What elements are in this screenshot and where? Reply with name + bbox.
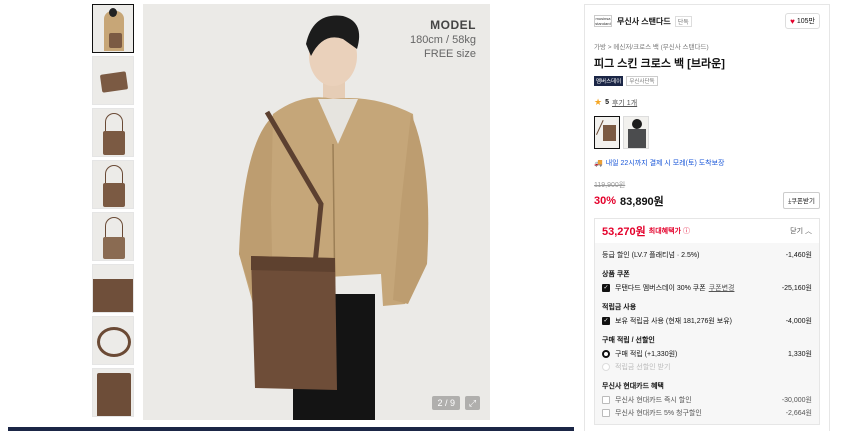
collapse-label: 닫기 (790, 228, 804, 235)
model-fit: FREE size (424, 48, 476, 60)
prediscount-row: 적립금 선할인 받기 (602, 360, 812, 373)
truck-icon: 🚚 (594, 160, 603, 167)
coupon-change-link[interactable]: 쿠폰변경 (709, 283, 735, 293)
info-icon[interactable]: ⓘ (683, 226, 690, 236)
thumbnail-7[interactable] (92, 316, 134, 365)
card1-amount: -30,000원 (781, 396, 812, 404)
prediscount-label: 적립금 선할인 받기 (615, 363, 671, 371)
grade-discount-amount: -1,460원 (785, 251, 812, 259)
model-label: MODEL (430, 18, 476, 32)
model-photo (143, 4, 490, 420)
store-row: musinsa standard 무신사 스탠다드 단독 ♥ 105만 (594, 13, 820, 29)
points-section-title: 적립금 사용 (602, 304, 637, 311)
price-row: 30% 83,890원 ⤓쿠폰받기 (594, 192, 820, 209)
rating-score: 5 (605, 99, 609, 106)
max-benefit-price: 53,270원 (602, 226, 646, 238)
sale-price: 83,890원 (620, 195, 664, 208)
card-section-title: 무신사 현대카드 혜택 (602, 383, 664, 390)
points-row: ✓ 보유 적립금 사용 (현재 181,276원 보유) -4,000원 (602, 314, 812, 327)
badge-row: 멤버스데이 무신사단독 (594, 76, 820, 86)
coupon-button[interactable]: ⤓쿠폰받기 (783, 192, 820, 209)
exclusive-badge: 무신사단독 (626, 76, 658, 86)
coupon-section-title: 상품 쿠폰 (602, 271, 630, 278)
thumbnail-3[interactable] (92, 108, 134, 157)
rating-row: ★ 5 후기 1개 (594, 97, 820, 108)
max-benefit-label: 최대혜택가 (648, 228, 681, 235)
points-label: 보유 적립금 사용 (현재 181,276원 보유) (615, 317, 732, 325)
image-counter: 2 / 9 (432, 396, 460, 410)
coupon-checkbox[interactable]: ✓ (602, 283, 610, 292)
expand-icon[interactable]: ⤢ (465, 396, 480, 410)
card1-row: 무신사 현대카드 즉시 할인 -30,000원 (602, 393, 812, 406)
earn-row: 구매 적립 (+1,330원) 1,330원 (602, 347, 812, 360)
color-option-black[interactable] (623, 116, 649, 149)
chevron-up-icon: ︿ (805, 228, 812, 235)
coupon-button-label: 쿠폰받기 (791, 198, 815, 205)
like-button[interactable]: ♥ 105만 (785, 13, 820, 29)
store-name[interactable]: 무신사 스탠다드 (617, 16, 671, 27)
prediscount-radio[interactable] (602, 362, 610, 371)
membersday-badge: 멤버스데이 (594, 76, 624, 86)
coupon-label: 무탠다드 멤버스데이 30% 쿠폰 (615, 284, 706, 292)
thumbnail-4[interactable] (92, 160, 134, 209)
breadcrumb[interactable]: 가방 > 메신저/크로스 백 (무신사 스탠다드) (594, 41, 820, 51)
like-count: 105만 (796, 18, 815, 25)
product-title: 피그 스킨 크로스 백 [브라운] (594, 58, 725, 70)
store-logo[interactable]: musinsa standard (594, 15, 612, 27)
grade-discount-label: 등급 할인 (LV.7 플래티넘 · 2.5%) (602, 251, 700, 259)
benefit-body: 등급 할인 (LV.7 플래티넘 · 2.5%) -1,460원 상품 쿠폰 ✓… (595, 243, 819, 424)
color-options (594, 116, 820, 149)
product-main-image: MODEL 180cm / 58kg FREE size 2 / 9 ⤢ (143, 4, 490, 420)
card2-checkbox[interactable] (602, 408, 610, 417)
thumbnail-6[interactable] (92, 264, 134, 313)
delivery-info: 🚚 내일 22시까지 결제 시 모레(토) 도착보장 (594, 158, 820, 168)
model-size: 180cm / 58kg (409, 34, 476, 46)
thumbnail-list (92, 4, 134, 420)
thumbnail-8[interactable] (92, 368, 134, 417)
card1-checkbox[interactable] (602, 395, 610, 404)
heart-icon: ♥ (790, 16, 795, 26)
thumbnail-1[interactable] (92, 4, 134, 53)
thumbnail-2[interactable] (92, 56, 134, 105)
earn-section-title: 구매 적립 / 선할인 (602, 337, 655, 344)
grade-discount-row: 등급 할인 (LV.7 플래티넘 · 2.5%) -1,460원 (602, 248, 812, 261)
store-tag: 단독 (674, 15, 692, 27)
earn-amount: 1,330원 (788, 350, 812, 358)
bottom-bar (8, 427, 574, 431)
original-price: 119,900원 (594, 182, 626, 189)
review-link[interactable]: 후기 1개 (612, 98, 637, 108)
card1-label: 무신사 현대카드 즉시 할인 (615, 396, 692, 404)
benefit-box: 53,270원 최대혜택가 ⓘ 닫기 ︿ 등급 할인 (LV.7 플래티넘 · … (594, 218, 820, 425)
points-checkbox[interactable]: ✓ (602, 316, 610, 325)
earn-radio[interactable] (602, 349, 610, 358)
discount-rate: 30% (594, 194, 617, 207)
coupon-amount: -25,160원 (781, 284, 812, 292)
thumbnail-5[interactable] (92, 212, 134, 261)
card2-label: 무신사 현대카드 5% 청구할인 (615, 409, 702, 417)
model-info: MODEL 180cm / 58kg FREE size (410, 18, 476, 60)
points-amount: -4,000원 (785, 317, 812, 325)
earn-label: 구매 적립 (+1,330원) (615, 350, 678, 358)
benefit-header: 53,270원 최대혜택가 ⓘ 닫기 ︿ (595, 219, 819, 243)
collapse-button[interactable]: 닫기 ︿ (790, 226, 812, 236)
card2-amount: -2,664원 (785, 409, 812, 417)
delivery-text: 내일 22시까지 결제 시 모레(토) 도착보장 (605, 160, 725, 167)
coupon-row: ✓ 무탠다드 멤버스데이 30% 쿠폰 쿠폰변경 -25,160원 (602, 281, 812, 294)
star-icon: ★ (594, 97, 603, 107)
product-info-panel: musinsa standard 무신사 스탠다드 단독 ♥ 105만 가방 >… (584, 4, 830, 431)
card2-row: 무신사 현대카드 5% 청구할인 -2,664원 (602, 406, 812, 419)
color-option-brown[interactable] (594, 116, 620, 149)
